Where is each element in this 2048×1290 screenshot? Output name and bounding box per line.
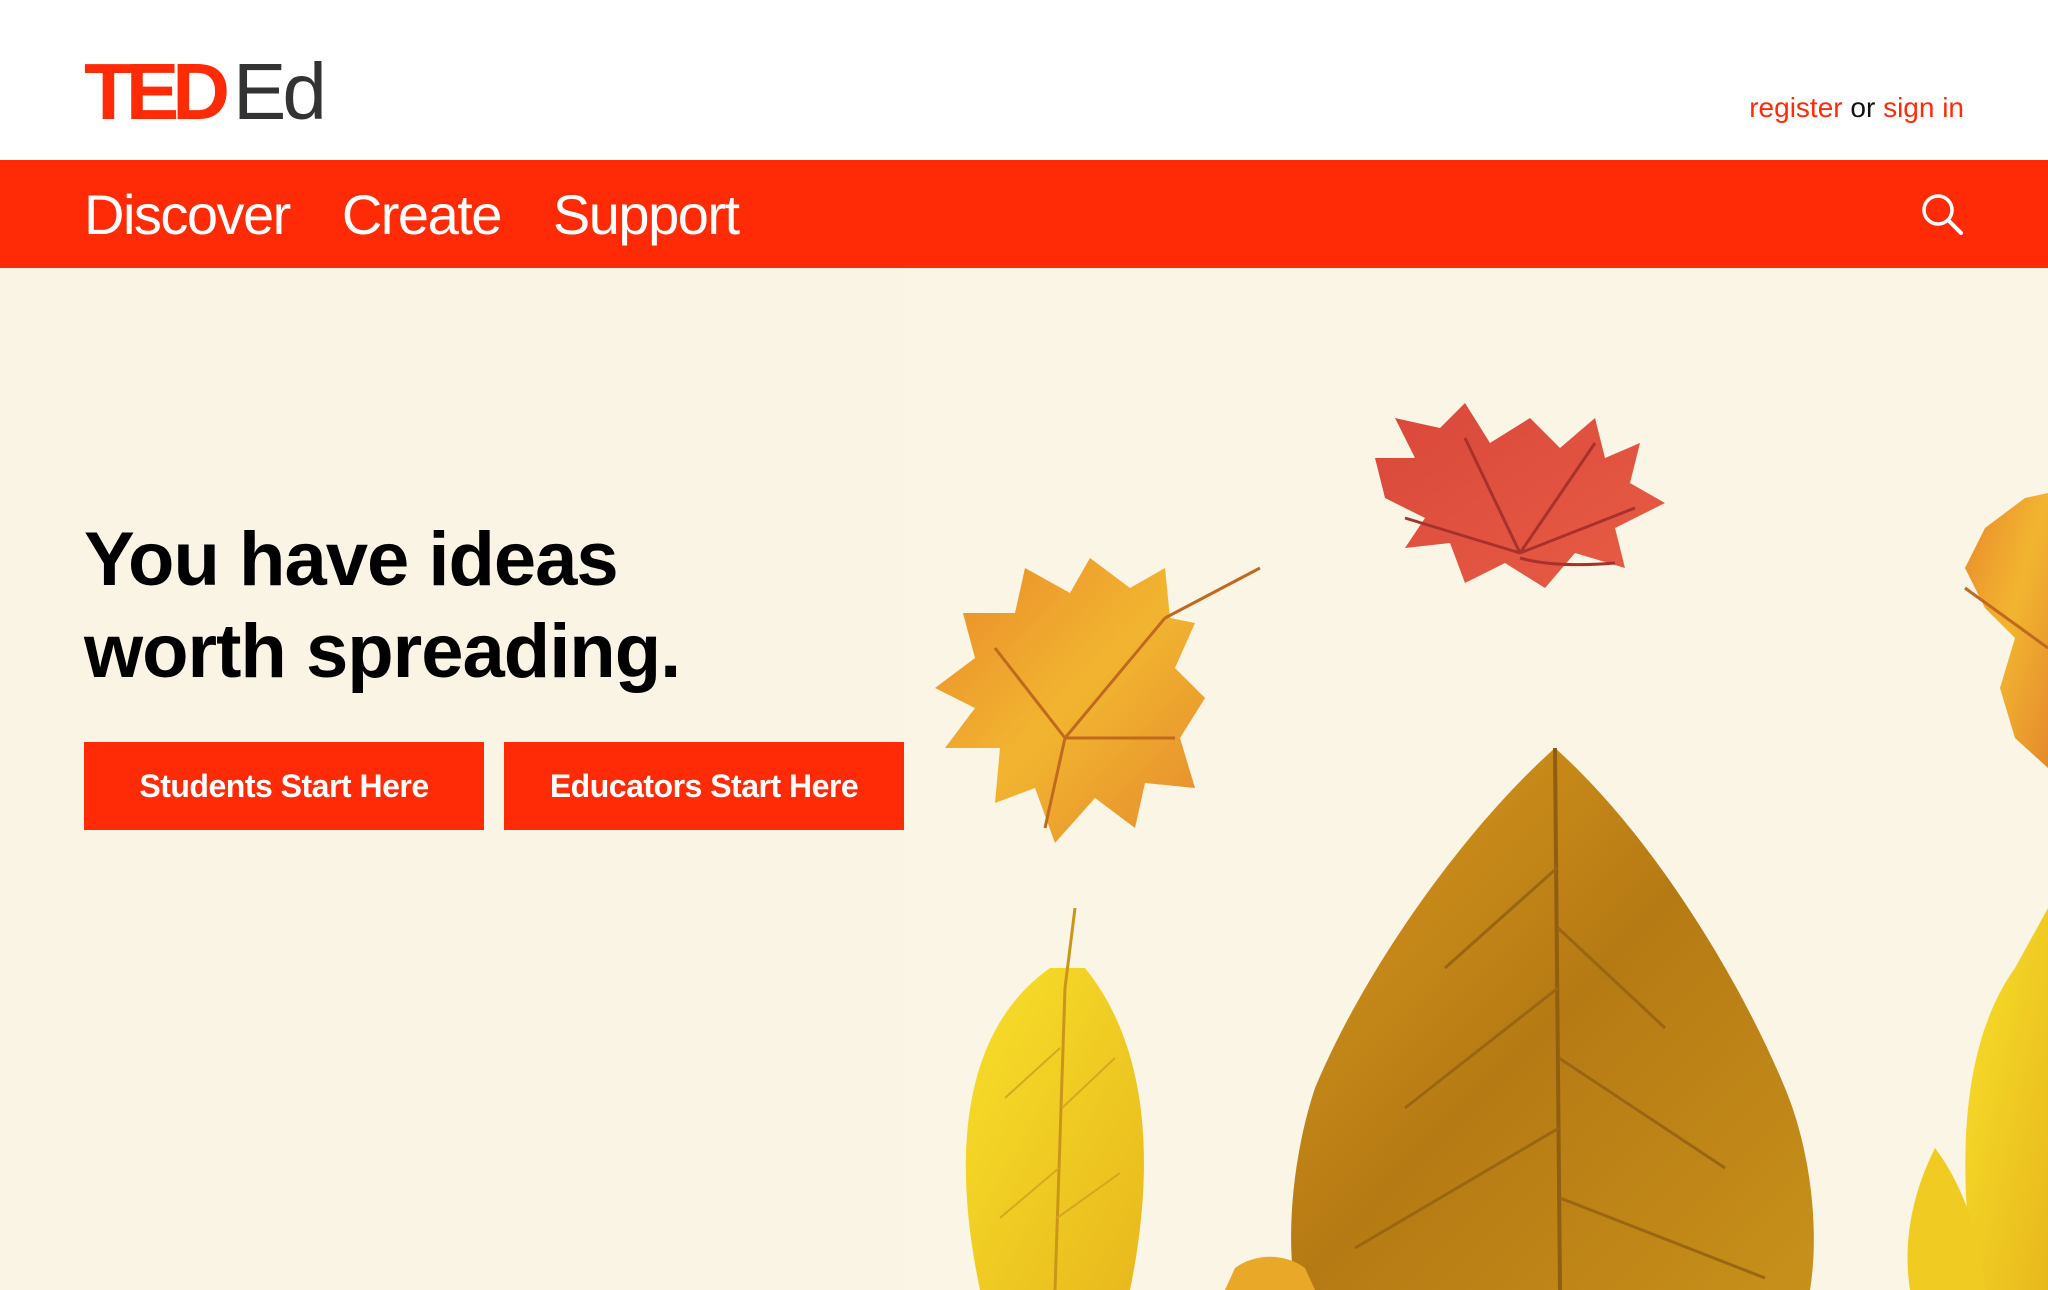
nav-item-create[interactable]: Create xyxy=(342,182,503,247)
leaves-graphic xyxy=(935,403,2048,1290)
hero-title: You have ideas worth spreading. xyxy=(84,514,844,698)
auth-links: register or sign in xyxy=(1749,92,1964,124)
sign-in-link[interactable]: sign in xyxy=(1883,92,1964,123)
search-icon xyxy=(1922,194,1963,235)
students-start-button[interactable]: Students Start Here xyxy=(84,742,484,830)
autumn-leaves-illustration xyxy=(905,268,2048,1290)
tedd-ed-homepage: TED Ed register or sign in Discover Crea… xyxy=(0,0,2048,1290)
nav-items: Discover Create Support xyxy=(84,160,740,268)
register-link[interactable]: register xyxy=(1749,92,1842,123)
logo-ted-text: TED xyxy=(84,47,230,136)
nav-item-support[interactable]: Support xyxy=(553,182,740,247)
hero-title-line1: You have ideas xyxy=(84,517,619,602)
yellow-leaf-left xyxy=(965,907,1144,1290)
top-header: TED Ed register or sign in xyxy=(0,0,2048,160)
hero-title-line2: worth spreading. xyxy=(84,609,681,694)
cta-buttons: Students Start Here Educators Start Here xyxy=(84,742,904,830)
nav-item-discover[interactable]: Discover xyxy=(84,182,291,247)
logo-ed-text: Ed xyxy=(233,47,327,136)
ted-ed-logo[interactable]: TED Ed xyxy=(84,47,327,136)
search-button[interactable] xyxy=(1920,192,1964,236)
orange-leaf-right xyxy=(1964,493,2048,768)
orange-leaf-left xyxy=(935,558,1261,843)
red-leaf-top xyxy=(1375,403,1665,588)
brown-leaf-center xyxy=(1291,747,1814,1290)
or-text: or xyxy=(1850,92,1876,123)
educators-start-button[interactable]: Educators Start Here xyxy=(504,742,904,830)
main-nav: Discover Create Support xyxy=(0,160,2048,268)
yellow-leaf-right xyxy=(1907,908,2048,1290)
hero-section: You have ideas worth spreading. Students… xyxy=(0,268,2048,1290)
